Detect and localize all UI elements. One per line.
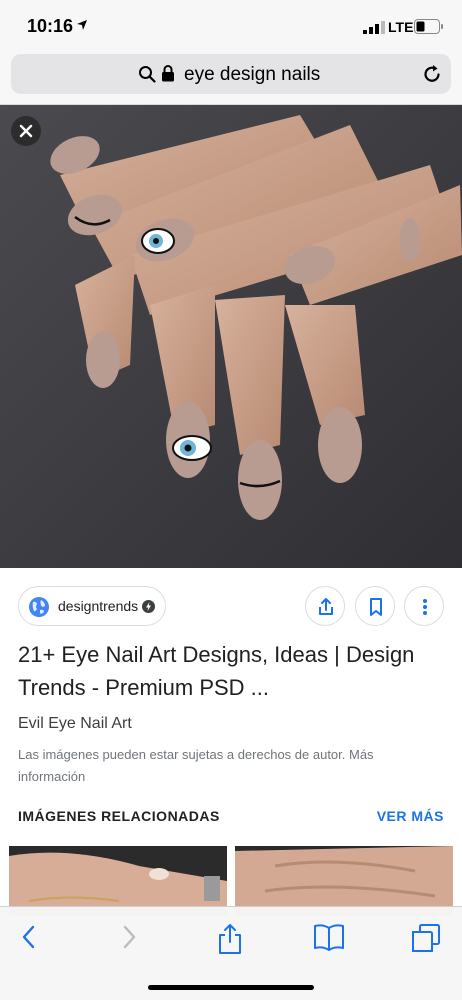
share-icon[interactable] xyxy=(217,923,243,955)
see-more-link[interactable]: VER MÁS xyxy=(377,808,444,824)
reload-icon[interactable] xyxy=(422,64,442,84)
address-area: eye design nails xyxy=(0,50,462,105)
result-title[interactable]: 21+ Eye Nail Art Designs, Ideas | Design… xyxy=(18,638,448,704)
status-time: 10:16 xyxy=(27,16,74,36)
chevron-left-icon[interactable] xyxy=(18,923,40,951)
result-subtitle: Evil Eye Nail Art xyxy=(18,715,132,732)
location-arrow-icon xyxy=(77,20,87,30)
nail-art-photo xyxy=(0,105,462,568)
status-bar: 10:16 LTE xyxy=(0,0,462,50)
chevron-right-icon[interactable] xyxy=(118,923,140,951)
book-icon[interactable] xyxy=(313,923,345,951)
copyright-notice[interactable]: Las imágenes pueden estar sujetas a dere… xyxy=(18,744,428,788)
result-image[interactable] xyxy=(0,105,462,568)
save-button[interactable] xyxy=(355,586,395,626)
amp-icon xyxy=(142,600,155,613)
address-text: eye design nails xyxy=(184,64,321,85)
close-button[interactable] xyxy=(11,116,41,146)
lock-icon xyxy=(162,65,174,82)
share-button[interactable] xyxy=(305,586,345,626)
more-vert-icon xyxy=(423,599,427,615)
search-icon xyxy=(139,66,156,83)
source-name: designtrends xyxy=(58,598,139,614)
battery-icon xyxy=(414,19,443,34)
bookmark-icon xyxy=(370,598,382,616)
network-label: LTE xyxy=(388,19,414,35)
share-icon xyxy=(319,598,333,615)
signal-icon xyxy=(363,21,385,34)
source-chip[interactable]: designtrends xyxy=(18,586,166,626)
globe-icon xyxy=(29,597,49,617)
more-options-button[interactable] xyxy=(404,586,444,626)
related-images-header: IMÁGENES RELACIONADAS xyxy=(18,808,220,824)
close-icon xyxy=(19,124,33,138)
address-bar[interactable]: eye design nails xyxy=(11,54,451,94)
home-indicator[interactable] xyxy=(148,985,314,990)
tabs-icon[interactable] xyxy=(411,923,441,953)
